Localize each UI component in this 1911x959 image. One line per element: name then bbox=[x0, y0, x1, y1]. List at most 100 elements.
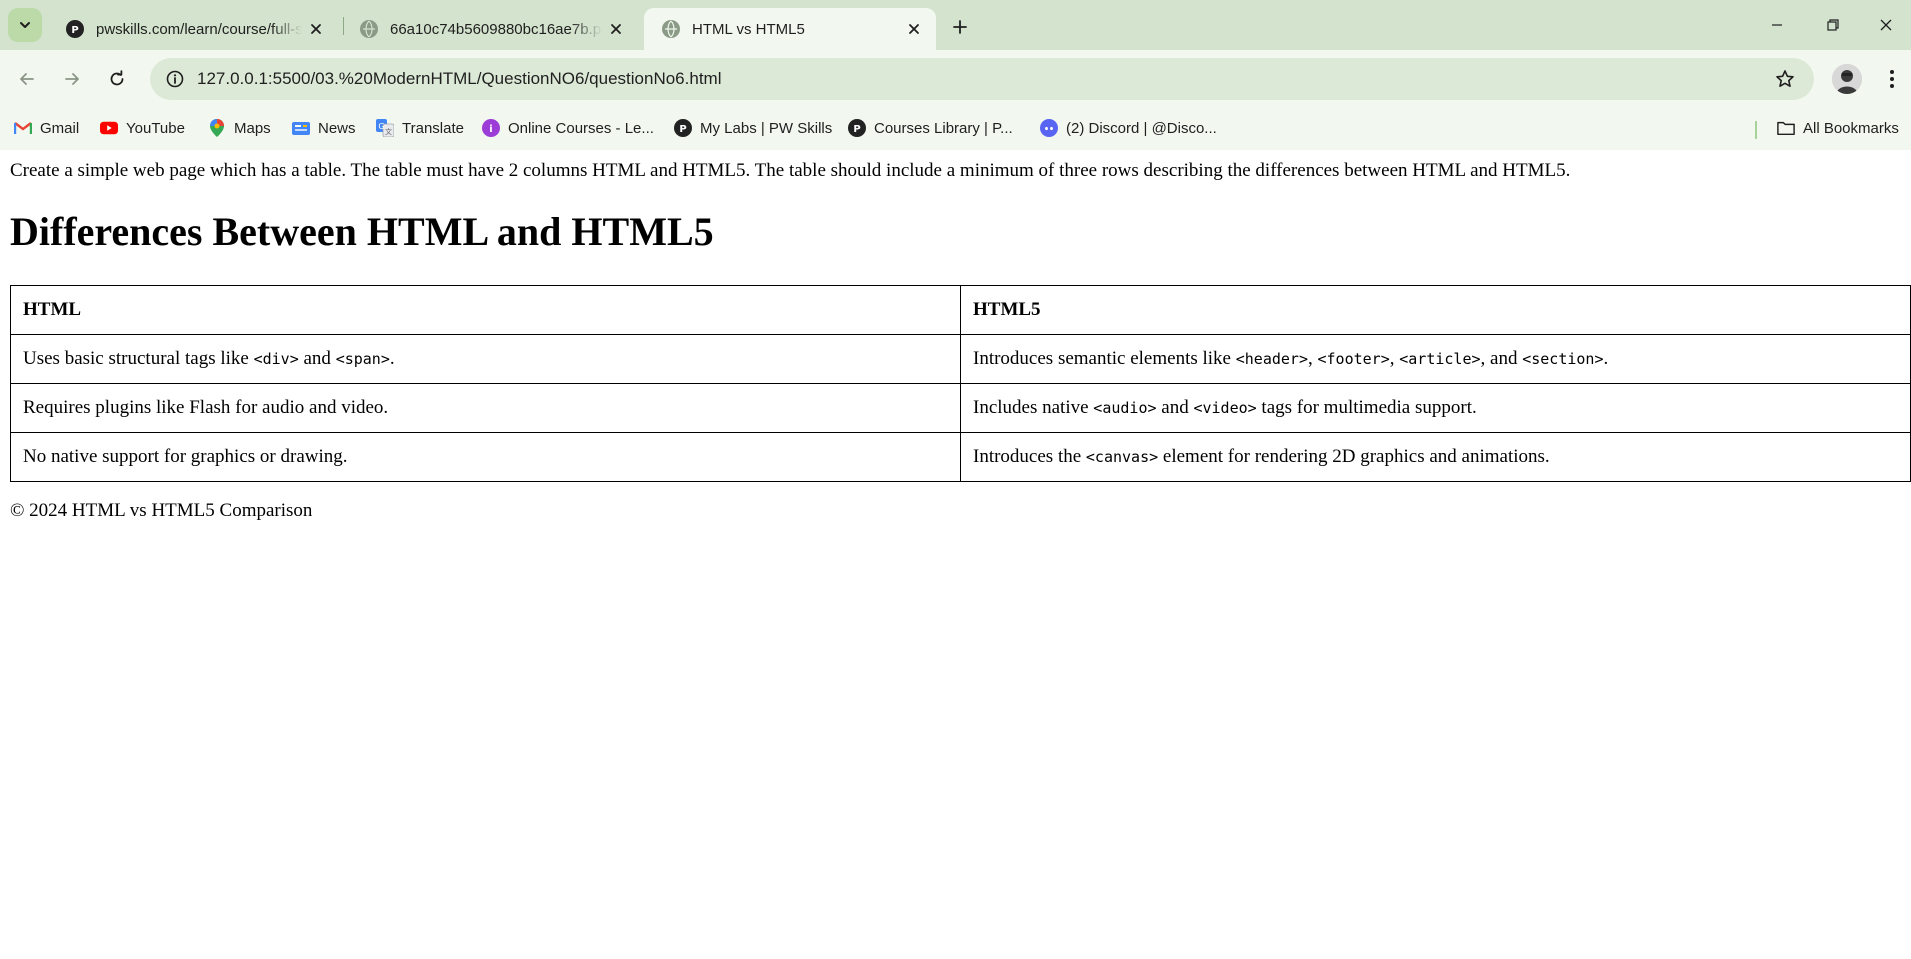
minimize-icon bbox=[1772, 24, 1782, 26]
arrow-left-icon bbox=[20, 73, 34, 85]
table-cell-html: No native support for graphics or drawin… bbox=[10, 432, 961, 482]
bookmarks-bar: Gmail YouTube Maps News G文 Translate i O… bbox=[0, 108, 1911, 150]
bookmark-my-labs[interactable]: P My Labs | PW Skills bbox=[674, 114, 832, 142]
table-cell-html5: Introduces semantic elements like <heade… bbox=[960, 334, 1911, 384]
svg-text:文: 文 bbox=[385, 127, 392, 136]
plus-icon bbox=[953, 20, 967, 34]
close-icon[interactable] bbox=[602, 15, 630, 43]
pw-logo-icon: P bbox=[66, 20, 84, 38]
more-vertical-icon bbox=[1890, 70, 1894, 88]
bookmark-star-button[interactable] bbox=[1772, 66, 1798, 92]
table-cell-html: Requires plugins like Flash for audio an… bbox=[10, 383, 961, 433]
code-snippet: <article> bbox=[1399, 350, 1481, 368]
bookmark-news[interactable]: News bbox=[292, 114, 356, 142]
code-snippet: <div> bbox=[253, 350, 299, 368]
bookmark-label: Translate bbox=[402, 119, 464, 137]
bookmark-courses-library[interactable]: P Courses Library | P... bbox=[848, 114, 1013, 142]
bookmarks-divider bbox=[1755, 121, 1757, 139]
restore-button[interactable] bbox=[1805, 0, 1861, 50]
code-snippet: <span> bbox=[335, 350, 390, 368]
close-window-button[interactable] bbox=[1861, 0, 1911, 50]
minimize-button[interactable] bbox=[1749, 0, 1805, 50]
bookmark-label: My Labs | PW Skills bbox=[700, 119, 833, 137]
close-icon[interactable] bbox=[302, 15, 330, 43]
globe-icon bbox=[662, 20, 680, 38]
code-snippet: <footer> bbox=[1317, 350, 1390, 368]
folder-icon bbox=[1777, 121, 1795, 136]
svg-text:P: P bbox=[679, 124, 686, 135]
page-footer: © 2024 HTML vs HTML5 Comparison bbox=[10, 500, 313, 521]
site-info-button[interactable] bbox=[160, 64, 190, 94]
bookmark-online-courses[interactable]: i Online Courses - Le... bbox=[482, 114, 654, 142]
tab-title: HTML vs HTML5 bbox=[692, 20, 805, 38]
tab-html-vs-html5[interactable]: HTML vs HTML5 bbox=[644, 8, 936, 50]
reload-icon bbox=[110, 70, 124, 86]
address-bar[interactable]: 127.0.0.1:5500/03.%20ModernHTML/Question… bbox=[150, 58, 1814, 100]
bookmark-youtube[interactable]: YouTube bbox=[100, 114, 185, 142]
bookmark-label: Maps bbox=[234, 119, 271, 137]
code-snippet: <canvas> bbox=[1085, 448, 1159, 466]
bookmark-label: YouTube bbox=[126, 119, 185, 137]
youtube-icon bbox=[100, 121, 118, 135]
bookmark-label: (2) Discord | @Disco... bbox=[1066, 119, 1217, 137]
table-row: Requires plugins like Flash for audio an… bbox=[10, 383, 1911, 433]
bookmark-label: Gmail bbox=[40, 119, 80, 137]
svg-text:P: P bbox=[853, 124, 860, 135]
translate-icon: G文 bbox=[376, 119, 394, 137]
close-icon[interactable] bbox=[900, 15, 928, 43]
svg-text:i: i bbox=[489, 124, 492, 135]
close-icon bbox=[1880, 19, 1892, 31]
bookmark-discord[interactable]: (2) Discord | @Disco... bbox=[1040, 114, 1217, 142]
star-icon bbox=[1776, 70, 1794, 87]
tab-title: 66a10c74b5609880bc16ae7b.pdf bbox=[390, 20, 602, 38]
online-courses-icon: i bbox=[482, 119, 500, 137]
bookmark-gmail[interactable]: Gmail bbox=[14, 114, 79, 142]
all-bookmarks-label: All Bookmarks bbox=[1803, 119, 1899, 137]
tab-title: pwskills.com/learn/course/full-stack bbox=[96, 20, 302, 38]
table-cell-html5: Introduces the <canvas> element for rend… bbox=[960, 432, 1911, 482]
tab-strip: P pwskills.com/learn/course/full-stack 6… bbox=[0, 0, 1911, 50]
info-icon bbox=[166, 70, 184, 88]
all-bookmarks-button[interactable]: All Bookmarks bbox=[1777, 114, 1899, 142]
intro-paragraph: Create a simple web page which has a tab… bbox=[10, 160, 1571, 181]
pw-logo-icon: P bbox=[848, 119, 866, 137]
arrow-right-icon bbox=[65, 73, 79, 85]
chevron-down-icon bbox=[20, 22, 30, 28]
column-header-html5: HTML5 bbox=[960, 285, 1911, 335]
table-row: Uses basic structural tags like <div> an… bbox=[10, 334, 1911, 384]
browser-toolbar: 127.0.0.1:5500/03.%20ModernHTML/Question… bbox=[0, 50, 1911, 108]
tab-pwskills[interactable]: P pwskills.com/learn/course/full-stack bbox=[48, 8, 338, 50]
globe-icon bbox=[360, 20, 378, 38]
comparison-table: HTML HTML5 Uses basic structural tags li… bbox=[10, 285, 1911, 482]
bookmark-translate[interactable]: G文 Translate bbox=[376, 114, 464, 142]
page-content: Create a simple web page which has a tab… bbox=[0, 150, 1911, 959]
table-row: No native support for graphics or drawin… bbox=[10, 432, 1911, 482]
bookmark-label: News bbox=[318, 119, 356, 137]
tab-search-button[interactable] bbox=[8, 8, 42, 42]
avatar-icon bbox=[1832, 64, 1862, 94]
restore-icon bbox=[1827, 19, 1839, 31]
code-snippet: <video> bbox=[1193, 399, 1257, 417]
bookmark-label: Online Courses - Le... bbox=[508, 119, 654, 137]
reload-button[interactable] bbox=[99, 61, 135, 97]
maps-icon bbox=[210, 119, 224, 137]
back-button[interactable] bbox=[9, 61, 45, 97]
table-cell-html: Uses basic structural tags like <div> an… bbox=[10, 334, 961, 384]
column-header-html: HTML bbox=[10, 285, 961, 335]
gmail-icon bbox=[14, 122, 32, 134]
bookmark-maps[interactable]: Maps bbox=[208, 114, 271, 142]
tab-pdf[interactable]: 66a10c74b5609880bc16ae7b.pdf bbox=[342, 8, 638, 50]
forward-button[interactable] bbox=[54, 61, 90, 97]
table-header-row: HTML HTML5 bbox=[10, 285, 1911, 335]
pw-logo-icon: P bbox=[674, 119, 692, 137]
url-text[interactable]: 127.0.0.1:5500/03.%20ModernHTML/Question… bbox=[197, 69, 721, 89]
new-tab-button[interactable] bbox=[944, 11, 976, 43]
browser-menu-button[interactable] bbox=[1876, 63, 1908, 95]
profile-avatar[interactable] bbox=[1832, 64, 1862, 94]
svg-text:P: P bbox=[71, 25, 78, 36]
code-snippet: <header> bbox=[1235, 350, 1308, 368]
discord-icon bbox=[1040, 119, 1058, 137]
page-heading: Differences Between HTML and HTML5 bbox=[10, 209, 714, 254]
code-snippet: <audio> bbox=[1093, 399, 1157, 417]
news-icon bbox=[292, 122, 310, 135]
